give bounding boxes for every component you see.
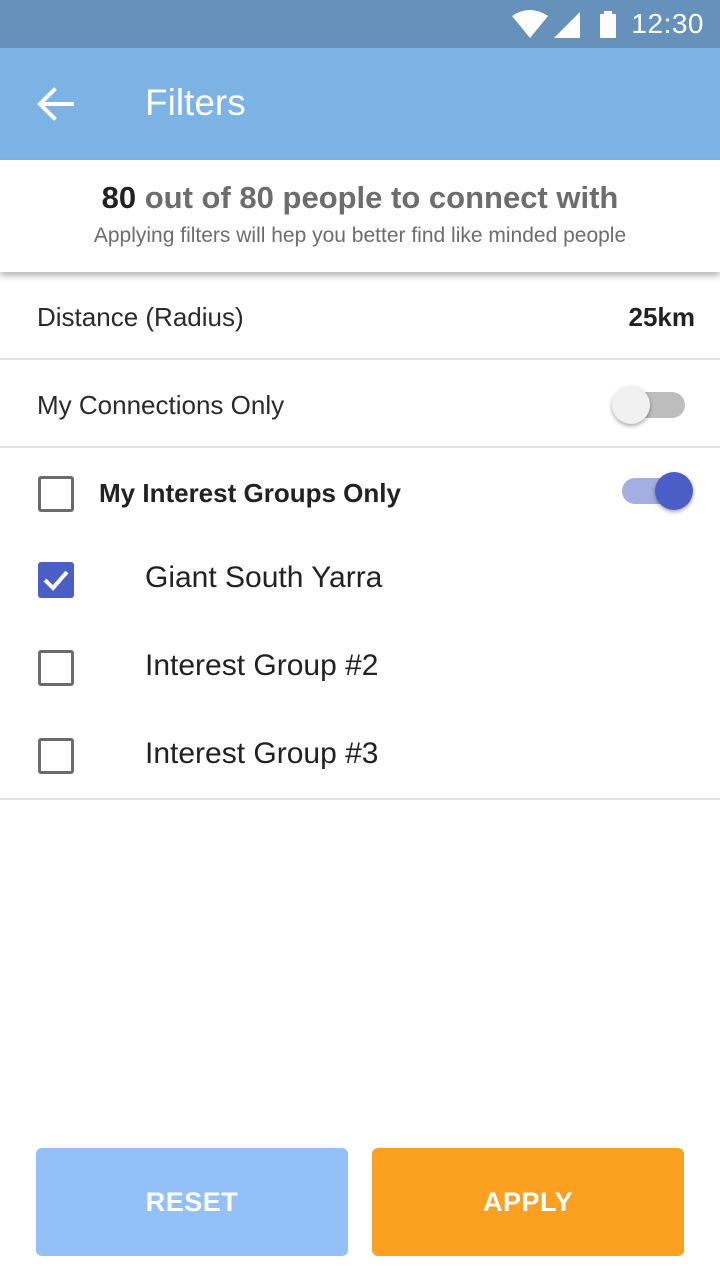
results-count-number: 80 bbox=[101, 180, 137, 215]
group-label-giant-south-yarra: Giant South Yarra bbox=[145, 561, 383, 594]
group-label-interest-group-3: Interest Group #3 bbox=[145, 737, 379, 770]
results-subtitle: Applying filters will hep you better fin… bbox=[93, 224, 627, 247]
group-label-interest-group-2: Interest Group #2 bbox=[145, 649, 379, 682]
distance-value: 25km bbox=[628, 302, 696, 332]
connections-only-label: My Connections Only bbox=[37, 390, 285, 420]
reset-button[interactable]: RESET bbox=[36, 1148, 348, 1256]
status-bar: 12:30 bbox=[0, 0, 720, 48]
app-bar: Filters bbox=[0, 48, 720, 160]
interest-groups-only-checkbox[interactable] bbox=[38, 476, 74, 512]
wifi-icon bbox=[512, 10, 548, 38]
interest-groups-only-toggle[interactable] bbox=[617, 470, 695, 514]
connections-only-row: My Connections Only bbox=[0, 360, 720, 446]
toggle-thumb bbox=[655, 472, 693, 510]
checkmark-icon bbox=[43, 570, 69, 591]
connections-only-toggle[interactable] bbox=[612, 384, 690, 428]
interest-groups-only-label: My Interest Groups Only bbox=[99, 478, 401, 508]
apply-button[interactable]: APPLY bbox=[372, 1148, 684, 1256]
status-icons bbox=[512, 10, 616, 38]
group-checkbox-giant-south-yarra[interactable] bbox=[38, 562, 74, 598]
arrow-left-icon[interactable] bbox=[36, 84, 76, 124]
page-title: Filters bbox=[145, 82, 246, 123]
distance-row[interactable]: Distance (Radius) 25km bbox=[0, 272, 720, 358]
results-summary: 80 out of 80 people to connect with Appl… bbox=[0, 160, 720, 272]
group-checkbox-interest-group-3[interactable] bbox=[38, 738, 74, 774]
status-time: 12:30 bbox=[631, 8, 704, 39]
results-count-text: out of 80 people to connect with bbox=[136, 180, 619, 215]
toggle-thumb bbox=[612, 386, 650, 424]
results-count: 80 out of 80 people to connect with bbox=[0, 180, 720, 216]
divider bbox=[0, 798, 720, 800]
battery-icon bbox=[600, 11, 616, 38]
group-checkbox-interest-group-2[interactable] bbox=[38, 650, 74, 686]
distance-label: Distance (Radius) bbox=[37, 302, 244, 332]
interest-groups-section: My Interest Groups Only Giant South Yarr… bbox=[0, 448, 720, 798]
signal-icon bbox=[554, 12, 580, 38]
